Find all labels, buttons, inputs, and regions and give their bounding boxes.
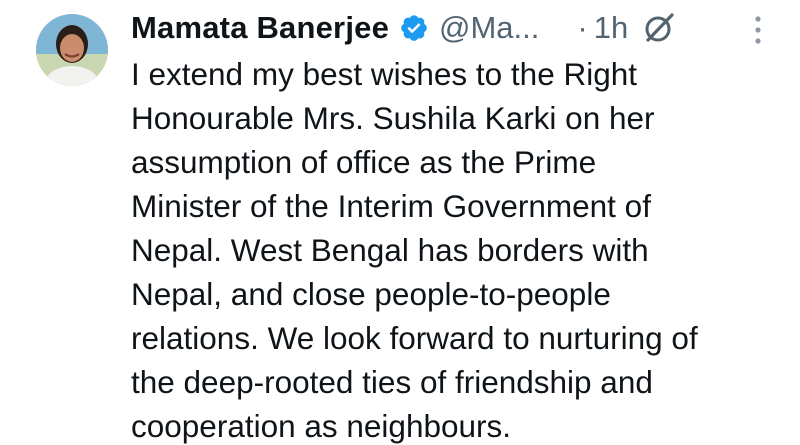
separator-dot: · <box>577 10 588 45</box>
author-handle[interactable]: @Ma... <box>439 10 539 46</box>
author-name[interactable]: Mamata Banerjee <box>131 10 389 46</box>
grok-icon[interactable] <box>642 11 676 45</box>
verified-badge-icon <box>399 13 429 43</box>
tweet-header: Mamata Banerjee @Ma... · 1h <box>131 6 676 50</box>
timestamp[interactable]: 1h <box>594 10 628 46</box>
avatar[interactable] <box>36 14 108 86</box>
avatar-image <box>36 14 108 86</box>
more-vertical-icon[interactable] <box>748 12 768 48</box>
tweet-text: I extend my best wishes to the Right Hon… <box>131 56 698 444</box>
